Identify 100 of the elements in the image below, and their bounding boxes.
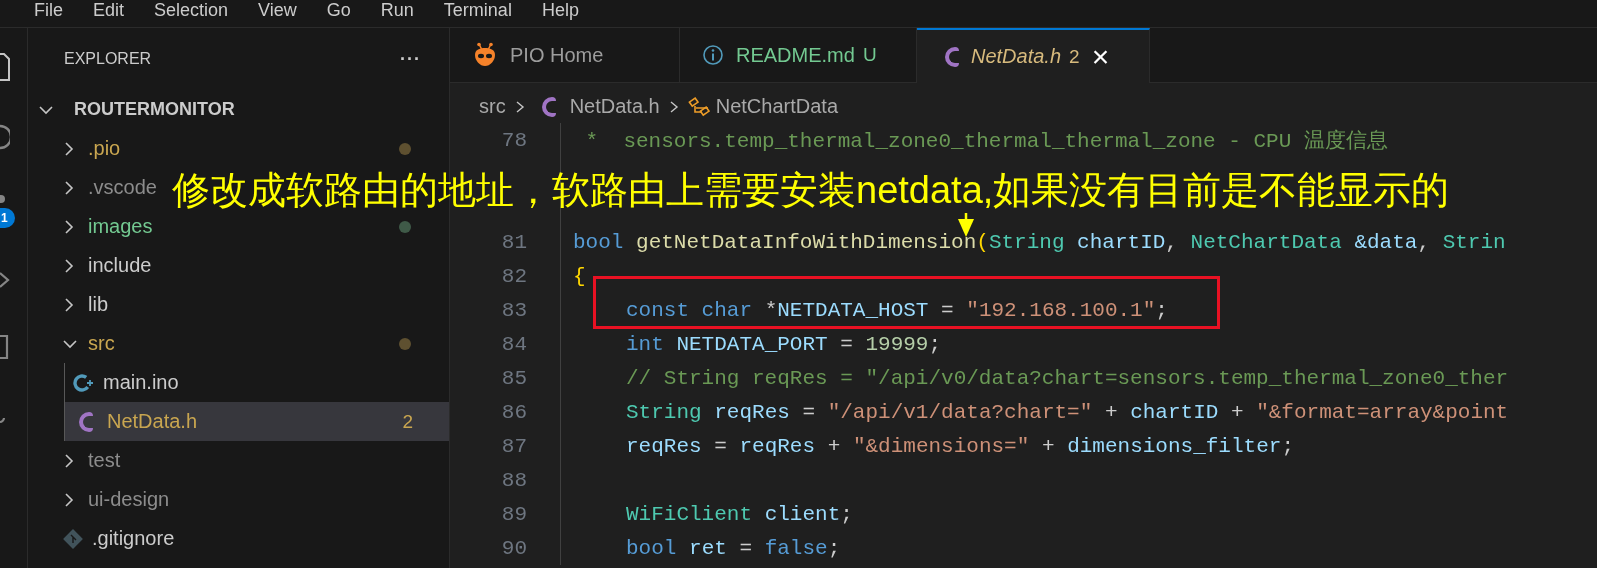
code-token: "&format=array&point (1256, 400, 1509, 424)
code-token: + (826, 434, 842, 458)
selected-row[interactable]: NetData.h 2 (64, 402, 449, 441)
folder-label[interactable]: src (88, 332, 115, 355)
folder-label[interactable]: images (88, 215, 153, 238)
code-token: char (700, 298, 753, 322)
code-token: { (573, 264, 586, 288)
code-token: = (940, 298, 955, 322)
code-token: ; (1155, 298, 1168, 322)
code-token: + (1040, 434, 1056, 458)
editor-tab[interactable]: PIO Home (450, 28, 680, 83)
c-file-icon (945, 46, 959, 67)
line-number: 81 (500, 230, 527, 254)
c-file-icon (79, 411, 93, 432)
line-number: 86 (500, 400, 527, 424)
c-file-icon (541, 96, 556, 117)
code-token: ret (688, 536, 727, 560)
editor-tab[interactable]: NetData.h 2 × (917, 28, 1150, 83)
more-button[interactable]: ··· (400, 48, 421, 70)
line-number: 89 (500, 502, 527, 526)
code-token: bool (626, 536, 677, 560)
folder-label[interactable]: ui-design (88, 488, 170, 511)
menu-item[interactable]: View (258, 0, 297, 20)
problem-count: 2 (402, 410, 413, 433)
code-token: = (801, 400, 817, 424)
alien-head-icon (472, 42, 498, 68)
code-token: String (626, 400, 702, 424)
code-token: , (1417, 230, 1432, 254)
line-number: 87 (500, 434, 527, 458)
tab-status: 2 (1069, 45, 1080, 68)
menu-item[interactable]: Edit (93, 0, 125, 20)
info-icon (702, 44, 724, 66)
folder-label[interactable]: test (88, 449, 121, 472)
folder-label[interactable]: .vscode (88, 176, 157, 199)
line-number: 85 (500, 366, 527, 390)
code-token: = (713, 434, 728, 458)
file-label[interactable]: NetData.h (107, 410, 198, 433)
breadcrumb-item[interactable]: src (479, 95, 506, 118)
tab-label: PIO Home (510, 43, 604, 67)
breadcrumb-item[interactable]: NetData.h (569, 95, 660, 118)
menu-item[interactable]: Run (380, 0, 414, 20)
code-token: NETDATA_HOST (777, 298, 929, 322)
code-token: 19999 (865, 332, 929, 356)
folder-label[interactable]: ROUTERMONITOR (74, 99, 235, 120)
code-token: = (738, 536, 754, 560)
code-token: + (1103, 400, 1119, 424)
menu-item[interactable]: Terminal (443, 0, 512, 20)
tab-label: README.md (736, 43, 855, 67)
c-plus-plus-icon (73, 371, 95, 394)
breadcrumb-item[interactable]: NetChartData (715, 95, 838, 118)
code-token: Strin (1442, 230, 1506, 254)
menu-item[interactable]: File (34, 0, 63, 20)
code-token: "/api/v1/data?chart=" (827, 400, 1093, 424)
code-token: = (839, 332, 854, 356)
code-token: WiFiClient (626, 502, 753, 526)
folder-label[interactable]: .pio (88, 137, 121, 160)
panel-title: EXPLORER (64, 50, 153, 68)
code-token: NetChartData (1190, 230, 1342, 254)
code-token: // String reqRes = "/api/v0/data?chart=sensors.temp_thermal_zone0_ther (626, 366, 1509, 390)
code-token: ( (976, 230, 989, 254)
line-number: 83 (500, 298, 527, 322)
code-token: + (1229, 400, 1245, 424)
code-token: &data (1353, 230, 1418, 254)
tab-label: NetData.h (971, 45, 1062, 68)
code-token: dimensions_filter (1067, 434, 1282, 458)
code-token: NETDATA_PORT (675, 332, 828, 356)
code-token: * sensors.temp_thermal_zone0_thermal_thermal_zone - CPU 温度信息 (584, 128, 1388, 154)
folder-label[interactable]: include (88, 254, 152, 277)
line-number: 90 (500, 536, 527, 560)
code-token: int (626, 332, 664, 356)
code-token: "&dimensions=" (852, 434, 1030, 458)
file-label[interactable]: .gitignore (92, 527, 175, 550)
code-token: getNetDataInfoWithDimension (635, 230, 977, 254)
code-token: client (763, 502, 841, 526)
editor-tab[interactable]: README.md U (680, 28, 917, 83)
code-token: bool (573, 230, 624, 254)
code-token: , (1165, 230, 1179, 254)
code-token: reqRes (626, 434, 702, 458)
tab-status: U (862, 44, 877, 66)
line-number: 82 (500, 264, 527, 288)
line-number: 88 (500, 468, 527, 492)
code-token: String (988, 230, 1065, 254)
folder-label[interactable]: lib (88, 293, 108, 316)
code-token: const (626, 298, 689, 322)
close-button[interactable]: × (1091, 41, 1110, 72)
code-token: "192.168.100.1" (966, 298, 1156, 322)
menu-item[interactable]: Selection (154, 0, 229, 20)
code-token: chartID (1076, 230, 1166, 254)
structure-icon (687, 94, 712, 119)
code-token: chartID (1130, 400, 1219, 424)
menu-item[interactable]: Help (541, 0, 579, 20)
code-token: * (763, 298, 778, 322)
code-token: ; (827, 536, 841, 560)
code-token: reqRes (713, 400, 790, 424)
menu-item[interactable]: Go (326, 0, 351, 20)
notification-badge: 1 (0, 208, 15, 228)
line-number: 84 (500, 332, 527, 356)
code-token: ; (1281, 434, 1294, 458)
code-token: ; (928, 332, 942, 356)
file-label[interactable]: main.ino (103, 371, 179, 394)
